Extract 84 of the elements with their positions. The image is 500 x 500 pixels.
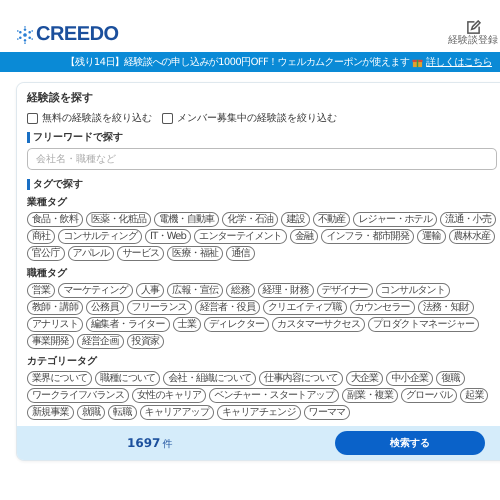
tag-chip[interactable]: サービス [117,246,164,261]
tag-chip[interactable]: IT・Web [145,229,192,244]
post-story-button[interactable]: 経験談登録 [448,20,498,46]
tag-chip[interactable]: 大企業 [346,371,384,386]
checkbox[interactable] [162,112,173,124]
tag-chip[interactable]: 公務員 [86,300,124,315]
tag-chip[interactable]: 事業開発 [27,334,74,349]
tag-chip[interactable]: 電機・自動車 [154,212,220,227]
result-count: 1697 [127,436,160,450]
tag-chip[interactable]: レジャー・ホテル [353,212,438,227]
tag-group-title: 職種タグ [27,266,68,280]
freeword-field[interactable]: 会社名・職種など [27,148,497,170]
tag-chip[interactable]: 職種について [95,371,160,386]
tag-chip[interactable]: 中小企業 [386,371,434,386]
tag-chip[interactable]: マーケティング [58,283,133,298]
tag-chip[interactable]: 経営者・役員 [194,300,260,315]
search-title: 経験談を探す [27,90,94,105]
tag-chip[interactable]: 医薬・化粧品 [86,212,152,227]
tag-chip[interactable]: ディレクター [204,317,270,332]
tag-chip[interactable]: 士業 [172,317,202,332]
tag-chip[interactable]: 教師・講師 [27,300,84,315]
tag-chip[interactable]: 食品・飲料 [27,212,84,227]
tag-chip[interactable]: 副業・複業 [342,388,398,403]
tag-chip[interactable]: 営業 [27,283,56,298]
tag-chip[interactable]: 総務 [226,283,255,298]
tag-chip[interactable]: 化学・石油 [222,212,278,227]
section-heading: タグで探す [27,179,497,190]
section-heading: フリーワードで探す [27,132,497,143]
tag-chip[interactable]: ワーママ [304,405,350,420]
tag-chip[interactable]: 建設 [281,212,310,227]
tag-chip[interactable]: キャリアアップ [140,405,214,420]
tag-chip[interactable]: 法務・知財 [418,300,474,315]
tag-chip[interactable]: 復職 [436,371,465,386]
tag-chip[interactable]: グローバル [401,388,458,403]
tag-chip[interactable]: 会社・組織について [163,371,256,386]
tag-chip[interactable]: 編集者・ライター [86,317,170,332]
tag-group-title: カテゴリータグ [27,354,98,368]
tag-chip[interactable]: 投資家 [126,334,164,349]
edit-icon [466,20,480,35]
tag-chip[interactable]: エンターテイメント [194,229,287,244]
tag-chip[interactable]: 不動産 [312,212,350,227]
filter-label[interactable]: 無料の経験談を絞り込む [42,111,152,125]
checkbox[interactable] [27,112,38,124]
tag-chip[interactable]: 女性のキャリア [132,388,206,403]
tag-chip[interactable]: 農林水産 [448,229,496,244]
tag-chip[interactable]: 就職 [76,405,106,420]
tag-chip[interactable]: 金融 [290,229,318,244]
filter-label[interactable]: メンバー募集中の経験談を絞り込む [177,111,337,125]
tag-chip[interactable]: 経理・財務 [258,283,314,298]
tag-chip[interactable]: 広報・宣伝 [167,283,224,298]
tag-chip[interactable]: 運輸 [417,229,446,244]
tag-chip[interactable]: 通信 [226,246,255,261]
promo-text: 【残り14日】経験談への申し込みが1000円OFF！ウェルカムクーポンが使えます [66,56,410,69]
tag-chip[interactable]: プロダクトマネージャー [368,317,480,332]
tag-chip[interactable]: コンサルティング [58,229,142,244]
logo-text[interactable]: CREEDO [36,23,119,46]
tag-chip[interactable]: カウンセラー [350,300,415,315]
tag-chip[interactable]: アナリスト [27,317,84,332]
tag-chip[interactable]: コンサルタント [376,283,450,298]
tag-chip[interactable]: 商社 [27,229,56,244]
tag-chip[interactable]: アパレル [68,246,114,261]
tag-chip[interactable]: 仕事内容について [259,371,343,386]
tag-chip[interactable]: 転職 [108,405,137,420]
tag-chip[interactable]: 医療・福祉 [167,246,224,261]
tag-chip[interactable]: 人事 [136,283,164,298]
tag-chip[interactable]: 流通・小売 [440,212,496,227]
tag-chip[interactable]: インフラ・都市開発 [321,229,414,244]
tag-chip[interactable]: 新規事業 [27,405,74,420]
tag-chip[interactable]: カスタマーサクセス [272,317,366,332]
snowflake-logo-icon [16,26,34,44]
search-button[interactable]: 検索する [335,431,485,455]
tag-chip[interactable]: 起業 [460,388,488,403]
tag-group-title: 業種タグ [27,196,68,209]
tag-chip[interactable]: キャリアチェンジ [217,405,301,420]
tag-chip[interactable]: ワークライフバランス [27,388,130,403]
tag-chip[interactable]: 官公庁 [27,246,65,261]
tag-chip[interactable]: デザイナー [316,283,373,298]
tag-chip[interactable]: フリーランス [126,300,192,315]
count-unit: 件 [162,438,172,450]
tag-chip[interactable]: 経営企画 [76,334,124,349]
tag-chip[interactable]: 業界について [27,371,92,386]
details-link[interactable]: 詳しくはこちら [426,55,492,69]
tag-chip[interactable]: ベンチャー・スタートアップ [209,388,340,403]
tag-chip[interactable]: クリエイティブ職 [263,300,347,315]
